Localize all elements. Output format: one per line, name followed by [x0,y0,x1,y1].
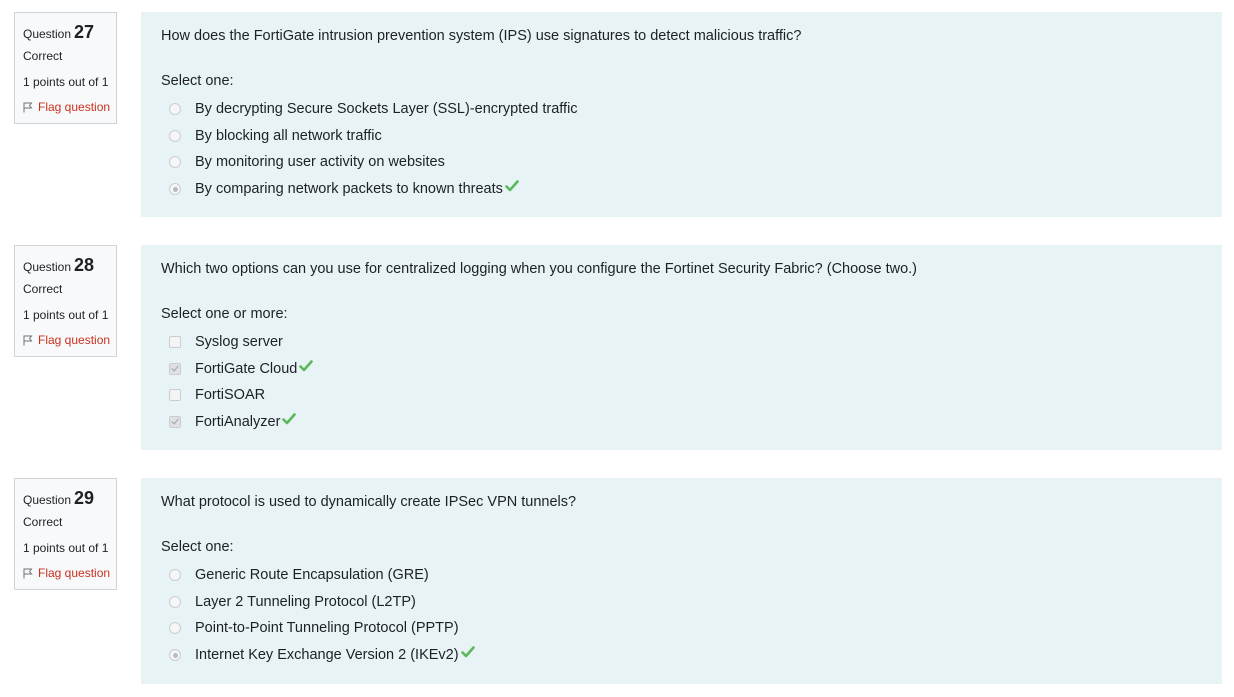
flag-question-link[interactable]: Flag question [23,331,116,349]
question-state: Correct [23,282,63,296]
question-info: Question 28 Correct 1 points out of 1 Fla… [14,245,117,357]
flag-question-link[interactable]: Flag question [23,98,116,116]
question-grade: 1 points out of 1 [23,308,109,322]
answer-list: Generic Route Encapsulation (GRE) Layer … [161,562,1202,668]
answer-list: By decrypting Secure Sockets Layer (SSL)… [161,96,1202,202]
answer-label: By blocking all network traffic [195,127,382,144]
answer-option[interactable]: Generic Route Encapsulation (GRE) [161,562,1202,589]
question-number-line: Question 29 [23,487,116,509]
question-state: Correct [23,515,63,529]
answer-label: Point-to-Point Tunneling Protocol (PPTP) [195,620,459,637]
checkbox[interactable] [169,389,181,402]
answer-label: By monitoring user activity on websites [195,154,445,171]
checkbox[interactable] [169,336,181,349]
question-number: 28 [74,255,95,275]
correct-check-icon [282,413,297,425]
question-word: Question [23,27,72,41]
radio-button[interactable] [169,622,181,635]
answer-option[interactable]: FortiGate Cloud [161,356,1202,383]
answer-label: Layer 2 Tunneling Protocol (L2TP) [195,593,416,610]
radio-button[interactable] [169,156,181,169]
answer-option[interactable]: Internet Key Exchange Version 2 (IKEv2) [161,642,1202,669]
answer-label: Internet Key Exchange Version 2 (IKEv2) [195,647,459,664]
question-word: Question [23,260,72,274]
question-info: Question 29 Correct 1 points out of 1 Fla… [14,478,117,590]
question-number-line: Question 27 [23,21,116,43]
question-text: How does the FortiGate intrusion prevent… [161,28,802,44]
flag-question-label: Flag question [38,566,111,580]
question-grade: 1 points out of 1 [23,75,109,89]
answer-option[interactable]: By blocking all network traffic [161,123,1202,150]
flag-question-label: Flag question [38,333,111,347]
answer-option[interactable]: Point-to-Point Tunneling Protocol (PPTP) [161,615,1202,642]
answer-label: FortiAnalyzer [195,414,281,431]
answer-option[interactable]: By decrypting Secure Sockets Layer (SSL)… [161,96,1202,123]
question-grade: 1 points out of 1 [23,541,109,555]
answer-option[interactable]: By comparing network packets to known th… [161,176,1202,203]
question-content: How does the FortiGate intrusion prevent… [141,12,1222,217]
question-number: 27 [74,22,95,42]
checkbox-checked[interactable] [169,362,181,375]
flag-icon [23,568,33,578]
question-info: Question 27 Correct 1 points out of 1 Fla… [14,12,117,124]
answer-prompt: Select one or more: [161,306,288,322]
question-text: What protocol is used to dynamically cre… [161,494,577,510]
flag-icon [23,102,33,112]
answer-label: FortiGate Cloud [195,360,298,377]
question-content: Which two options can you use for centra… [141,245,1222,450]
correct-check-icon [505,180,519,192]
radio-button[interactable] [169,595,181,608]
radio-button[interactable] [169,103,181,116]
answer-label: FortiSOAR [195,387,266,404]
answer-prompt: Select one: [161,73,234,89]
question-state: Correct [23,49,63,63]
flag-question-link[interactable]: Flag question [23,564,116,582]
answer-option[interactable]: FortiAnalyzer [161,409,1202,436]
flag-question-label: Flag question [38,100,111,114]
answer-prompt: Select one: [161,539,234,555]
question-number: 29 [74,488,95,508]
question-content: What protocol is used to dynamically cre… [141,478,1222,684]
radio-button-selected[interactable] [169,183,181,196]
checkbox-checked[interactable] [169,416,181,429]
answer-option[interactable]: Layer 2 Tunneling Protocol (L2TP) [161,589,1202,616]
answer-label: By decrypting Secure Sockets Layer (SSL)… [195,101,578,118]
answer-option[interactable]: Syslog server [161,329,1202,356]
question-text: Which two options can you use for centra… [161,261,917,277]
radio-button[interactable] [169,129,181,142]
answer-option[interactable]: By monitoring user activity on websites [161,149,1202,176]
radio-button[interactable] [169,569,181,582]
answer-label: By comparing network packets to known th… [195,181,503,198]
question-number-line: Question 28 [23,254,116,276]
question-word: Question [23,493,72,507]
correct-check-icon [460,646,475,658]
answer-option[interactable]: FortiSOAR [161,382,1202,409]
answer-label: Syslog server [195,334,283,351]
radio-button-selected[interactable] [169,649,181,662]
answer-list: Syslog server FortiGate Cloud FortiSOAR … [161,329,1202,435]
correct-check-icon [299,360,314,372]
answer-label: Generic Route Encapsulation (GRE) [195,567,429,584]
flag-icon [23,335,33,345]
